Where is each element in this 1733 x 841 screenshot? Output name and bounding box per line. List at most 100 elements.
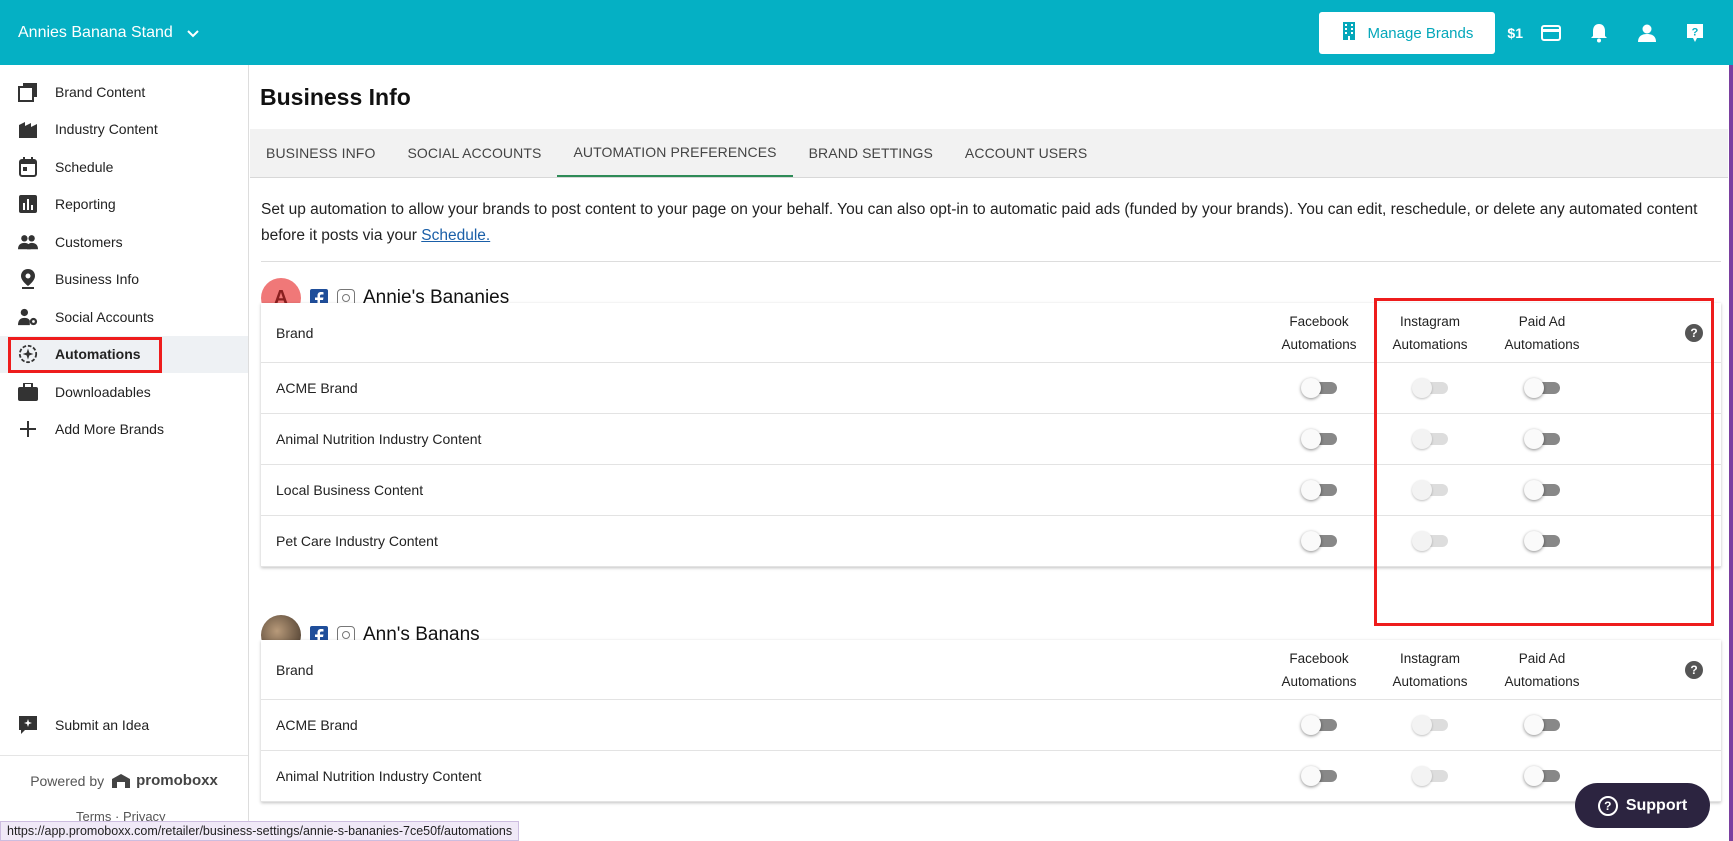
- paid-ad-automation-toggle[interactable]: [1524, 715, 1560, 735]
- tab-social-accounts[interactable]: SOCIAL ACCOUNTS: [391, 129, 557, 177]
- manage-brands-label: Manage Brands: [1367, 24, 1474, 42]
- sidebar-item-add-more-brands[interactable]: Add More Brands: [0, 411, 248, 449]
- sidebar-item-social-accounts[interactable]: Social Accounts: [0, 298, 248, 336]
- paid-ad-automation-toggle[interactable]: [1524, 429, 1560, 449]
- chevron-down-icon: [187, 25, 199, 41]
- sidebar-item-label: Brand Content: [55, 83, 146, 100]
- column-brand: Brand: [276, 324, 314, 341]
- table-row: ACME Brand: [261, 700, 1721, 751]
- promoboxx-logo-text: promoboxx: [136, 772, 218, 789]
- column-instagram-automations: Instagram Automations: [1375, 310, 1485, 356]
- intro-text: Set up automation to allow your brands t…: [261, 197, 1721, 249]
- facebook-automation-toggle[interactable]: [1301, 480, 1337, 500]
- column-paid-line1: Paid Ad: [1518, 650, 1566, 666]
- sidebar-item-label: Social Accounts: [55, 308, 154, 325]
- paid-ad-automation-toggle[interactable]: [1524, 766, 1560, 786]
- support-button[interactable]: ? Support: [1575, 783, 1710, 828]
- column-facebook-line1: Facebook: [1289, 650, 1349, 666]
- window-edge: [1729, 65, 1733, 841]
- support-label: Support: [1625, 796, 1688, 814]
- column-instagram-line2: Automations: [1392, 673, 1468, 689]
- location-pin-icon: [18, 269, 38, 290]
- column-instagram-line1: Instagram: [1399, 650, 1461, 666]
- briefcase-icon: [18, 382, 38, 402]
- brand-name: Animal Nutrition Industry Content: [276, 431, 482, 447]
- facebook-automation-toggle[interactable]: [1301, 429, 1337, 449]
- tab-business-info[interactable]: BUSINESS INFO: [250, 129, 391, 177]
- submit-idea-label: Submit an Idea: [55, 716, 150, 733]
- sidebar-item-label: Schedule: [55, 158, 114, 175]
- facebook-automation-toggle[interactable]: [1301, 531, 1337, 551]
- column-paid-ad-automations: Paid Ad Automations: [1487, 647, 1597, 693]
- sidebar-item-label: Downloadables: [55, 383, 151, 400]
- column-paid-line2: Automations: [1504, 336, 1580, 352]
- person-gear-icon: [18, 307, 38, 327]
- sidebar-item-industry-content[interactable]: Industry Content: [0, 111, 248, 149]
- paid-ad-automation-toggle[interactable]: [1524, 378, 1560, 398]
- instagram-automation-toggle[interactable]: [1412, 715, 1448, 735]
- automation-table: Brand Facebook Automations Instagram Autom…: [261, 303, 1721, 567]
- submit-idea-button[interactable]: Submit an Idea: [0, 706, 248, 744]
- sidebar-item-business-info[interactable]: Business Info: [0, 261, 248, 299]
- sidebar-item-reporting[interactable]: Reporting: [0, 186, 248, 224]
- paid-ad-automation-toggle[interactable]: [1524, 480, 1560, 500]
- column-instagram-line1: Instagram: [1399, 313, 1461, 329]
- column-instagram-automations: Instagram Automations: [1375, 647, 1485, 693]
- help-icon[interactable]: ?: [1685, 661, 1703, 679]
- industry-content-icon: [18, 119, 38, 139]
- status-bar-url: https://app.promoboxx.com/retailer/busin…: [0, 821, 520, 841]
- sidebar-item-schedule[interactable]: Schedule: [0, 148, 248, 186]
- credit-card-icon[interactable]: [1531, 13, 1571, 53]
- automation-table: Brand Facebook Automations Instagram Autom…: [261, 640, 1721, 802]
- tab-brand-settings[interactable]: BRAND SETTINGS: [793, 129, 949, 177]
- powered-by-label: Powered by: [30, 772, 105, 789]
- facebook-automation-toggle[interactable]: [1301, 715, 1337, 735]
- instagram-automation-toggle[interactable]: [1412, 766, 1448, 786]
- brand-content-icon: [18, 82, 38, 102]
- sidebar-item-customers[interactable]: Customers: [0, 223, 248, 261]
- manage-brands-button[interactable]: Manage Brands: [1319, 12, 1496, 54]
- paid-ad-automation-toggle[interactable]: [1524, 531, 1560, 551]
- sidebar-item-label: Customers: [55, 233, 123, 250]
- main-content: Business Info BUSINESS INFO SOCIAL ACCOU…: [250, 65, 1728, 841]
- calendar-icon: [18, 156, 38, 177]
- tab-bar: BUSINESS INFO SOCIAL ACCOUNTS AUTOMATION…: [250, 129, 1728, 178]
- promoboxx-logo: promoboxx: [110, 772, 218, 789]
- schedule-link[interactable]: Schedule.: [421, 227, 490, 244]
- credit-balance: $1: [1507, 25, 1523, 41]
- column-paid-ad-automations: Paid Ad Automations: [1487, 310, 1597, 356]
- column-paid-line1: Paid Ad: [1518, 313, 1566, 329]
- sidebar-item-label: Industry Content: [55, 121, 158, 138]
- instagram-automation-toggle[interactable]: [1412, 378, 1448, 398]
- plus-icon: [18, 419, 38, 439]
- user-icon[interactable]: [1627, 13, 1667, 53]
- help-icon[interactable]: ?: [1675, 13, 1715, 53]
- tab-account-users[interactable]: ACCOUNT USERS: [949, 129, 1103, 177]
- column-brand: Brand: [276, 661, 314, 678]
- sidebar-item-brand-content[interactable]: Brand Content: [0, 73, 248, 111]
- facebook-automation-toggle[interactable]: [1301, 378, 1337, 398]
- table-header-row: Brand Facebook Automations Instagram Autom…: [261, 303, 1721, 363]
- table-row: Local Business Content: [261, 465, 1721, 516]
- sidebar-item-automations[interactable]: Automations: [0, 335, 248, 373]
- sparkle-icon: [18, 715, 38, 735]
- instagram-automation-toggle[interactable]: [1412, 429, 1448, 449]
- bell-icon[interactable]: [1579, 13, 1619, 53]
- table-header-row: Brand Facebook Automations Instagram Autom…: [261, 640, 1721, 700]
- column-facebook-line2: Automations: [1281, 336, 1357, 352]
- facebook-automation-toggle[interactable]: [1301, 766, 1337, 786]
- promoboxx-logo-icon: [112, 773, 131, 788]
- top-bar: Annies Banana Stand Manage Brands $1 ?: [0, 0, 1733, 65]
- tab-automation-preferences[interactable]: AUTOMATION PREFERENCES: [557, 129, 793, 177]
- store-switcher[interactable]: Annies Banana Stand: [0, 24, 199, 42]
- divider: [261, 261, 1721, 262]
- people-icon: [18, 232, 38, 252]
- instagram-automation-toggle[interactable]: [1412, 480, 1448, 500]
- instagram-automation-toggle[interactable]: [1412, 531, 1448, 551]
- sidebar-item-downloadables[interactable]: Downloadables: [0, 373, 248, 411]
- page-title: Business Info: [260, 84, 411, 110]
- building-icon: [1341, 21, 1357, 45]
- help-icon[interactable]: ?: [1685, 324, 1703, 342]
- column-paid-line2: Automations: [1504, 673, 1580, 689]
- column-facebook-automations: Facebook Automations: [1264, 310, 1374, 356]
